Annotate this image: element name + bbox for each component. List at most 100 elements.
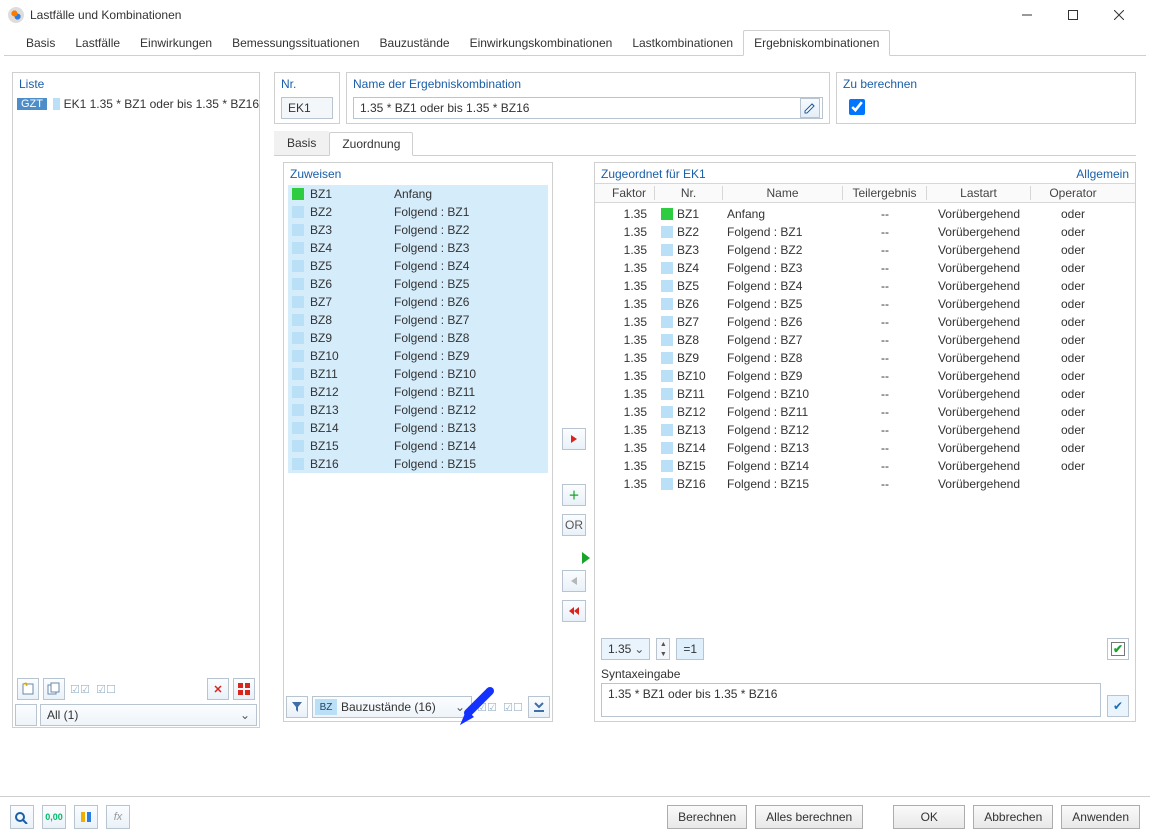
anwenden-button[interactable]: Anwenden (1061, 805, 1140, 829)
spin-up-icon[interactable]: ▲ (657, 639, 669, 649)
move-right-icon[interactable] (562, 428, 586, 450)
zg-row[interactable]: 1.35BZ7Folgend : BZ6--Vorübergehendoder (595, 313, 1135, 331)
sub-tab-zuordnung[interactable]: Zuordnung (329, 132, 413, 156)
filter-icon[interactable] (286, 696, 308, 718)
apply-syntax-button[interactable]: ✔ (1107, 695, 1129, 717)
hdr-faktor[interactable]: Faktor (595, 186, 655, 200)
zuweisen-row[interactable]: BZ14Folgend : BZ13 (288, 419, 548, 437)
hdr-operator[interactable]: Operator (1031, 186, 1115, 200)
zuweisen-row[interactable]: BZ6Folgend : BZ5 (288, 275, 548, 293)
zuweisen-row[interactable]: BZ5Folgend : BZ4 (288, 257, 548, 275)
main-tab-bemessungssituationen[interactable]: Bemessungssituationen (222, 31, 369, 55)
name-field[interactable]: 1.35 * BZ1 oder bis 1.35 * BZ16 (353, 97, 823, 119)
zg-row[interactable]: 1.35BZ5Folgend : BZ4--Vorübergehendoder (595, 277, 1135, 295)
main-tab-einwirkungen[interactable]: Einwirkungen (130, 31, 222, 55)
zuweisen-row[interactable]: BZ13Folgend : BZ12 (288, 401, 548, 419)
zg-row[interactable]: 1.35BZ14Folgend : BZ13--Vorübergehendode… (595, 439, 1135, 457)
zg-row[interactable]: 1.35BZ13Folgend : BZ12--Vorübergehendode… (595, 421, 1135, 439)
row-swatch-icon (292, 314, 304, 326)
main-tab-einwirkungskombinationen[interactable]: Einwirkungskombinationen (460, 31, 623, 55)
zg-row[interactable]: 1.35BZ10Folgend : BZ9--Vorübergehendoder (595, 367, 1135, 385)
zuweisen-row[interactable]: BZ10Folgend : BZ9 (288, 347, 548, 365)
zg-row[interactable]: 1.35BZ8Folgend : BZ7--Vorübergehendoder (595, 331, 1135, 349)
zg-nr: BZ12 (655, 405, 723, 419)
close-button[interactable] (1096, 0, 1142, 30)
ok-button[interactable]: OK (893, 805, 965, 829)
hdr-teil[interactable]: Teilergebnis (843, 186, 927, 200)
zg-row[interactable]: 1.35BZ6Folgend : BZ5--Vorübergehendoder (595, 295, 1135, 313)
main-tab-lastfälle[interactable]: Lastfälle (65, 31, 130, 55)
zg-row[interactable]: 1.35BZ9Folgend : BZ8--Vorübergehendoder (595, 349, 1135, 367)
sub-tab-basis[interactable]: Basis (274, 131, 329, 155)
nr-field[interactable]: EK1 (281, 97, 333, 119)
zuweisen-row[interactable]: BZ9Folgend : BZ8 (288, 329, 548, 347)
zg-row[interactable]: 1.35BZ11Folgend : BZ10--Vorübergehendode… (595, 385, 1135, 403)
main-tab-basis[interactable]: Basis (16, 31, 65, 55)
main-tab-lastkombinationen[interactable]: Lastkombinationen (622, 31, 743, 55)
copy-icon[interactable] (43, 678, 65, 700)
add-or-icon[interactable]: ＋ (562, 484, 586, 506)
hdr-lastart[interactable]: Lastart (927, 186, 1031, 200)
zg-row[interactable]: 1.35BZ1Anfang--Vorübergehendoder (595, 205, 1135, 223)
move-left-icon[interactable] (562, 570, 586, 592)
zg-row[interactable]: 1.35BZ12Folgend : BZ11--Vorübergehendode… (595, 403, 1135, 421)
zg-table-body[interactable]: 1.35BZ1Anfang--Vorübergehendoder1.35BZ2F… (595, 205, 1135, 639)
zuweisen-row[interactable]: BZ2Folgend : BZ1 (288, 203, 548, 221)
zg-name: Folgend : BZ11 (723, 405, 843, 419)
zuweisen-row[interactable]: BZ7Folgend : BZ6 (288, 293, 548, 311)
zuweisen-row[interactable]: BZ15Folgend : BZ14 (288, 437, 548, 455)
zuweisen-row[interactable]: BZ4Folgend : BZ3 (288, 239, 548, 257)
factor-select[interactable]: 1.35 (601, 638, 650, 660)
main-tab-ergebniskombinationen[interactable]: Ergebniskombinationen (743, 30, 890, 56)
zuweisen-row[interactable]: BZ16Folgend : BZ15 (288, 455, 548, 473)
zg-row[interactable]: 1.35BZ16Folgend : BZ15--Vorübergehend (595, 475, 1135, 493)
settings-icon[interactable] (74, 805, 98, 829)
new-icon[interactable] (17, 678, 39, 700)
edit-name-icon[interactable] (800, 98, 820, 118)
calc-checkbox[interactable] (849, 99, 865, 115)
zg-row[interactable]: 1.35BZ2Folgend : BZ1--Vorübergehendoder (595, 223, 1135, 241)
app-icon (8, 7, 24, 23)
zuweisen-row[interactable]: BZ1Anfang (288, 185, 548, 203)
row-swatch-icon (661, 370, 673, 382)
filter-swatch-icon[interactable] (15, 704, 37, 726)
units-icon[interactable]: 0,00 (42, 805, 66, 829)
zg-row[interactable]: 1.35BZ3Folgend : BZ2--Vorübergehendoder (595, 241, 1135, 259)
factor-spin[interactable]: ▲▼ (656, 638, 670, 660)
spin-down-icon[interactable]: ▼ (657, 649, 669, 659)
abbrechen-button[interactable]: Abbrechen (973, 805, 1053, 829)
zuweisen-row[interactable]: BZ12Folgend : BZ11 (288, 383, 548, 401)
help-icon[interactable] (10, 805, 34, 829)
syntax-input[interactable]: 1.35 * BZ1 oder bis 1.35 * BZ16 (601, 683, 1101, 717)
zg-nr: BZ15 (655, 459, 723, 473)
zuweisen-row[interactable]: BZ8Folgend : BZ7 (288, 311, 548, 329)
zg-op: oder (1031, 333, 1115, 347)
zuweisen-row[interactable]: BZ3Folgend : BZ2 (288, 221, 548, 239)
delete-icon[interactable]: ✕ (207, 678, 229, 700)
fx-icon[interactable]: fx (106, 805, 130, 829)
liste-filter-select[interactable]: All (1) (40, 704, 257, 726)
zg-row[interactable]: 1.35BZ4Folgend : BZ3--Vorübergehendoder (595, 259, 1135, 277)
zuweisen-go-bottom-icon[interactable] (528, 696, 550, 718)
hdr-nr[interactable]: Nr. (655, 186, 723, 200)
maximize-button[interactable] (1050, 0, 1096, 30)
liste-row[interactable]: GZT EK1 1.35 * BZ1 oder bis 1.35 * BZ16 (13, 95, 259, 113)
minimize-button[interactable] (1004, 0, 1050, 30)
main-tab-bauzustände[interactable]: Bauzustände (370, 31, 460, 55)
apply-factor-button[interactable]: ✔ (1107, 638, 1129, 660)
apply-count-field[interactable]: =1 (676, 638, 704, 660)
move-all-left-icon[interactable] (562, 600, 586, 622)
zg-row[interactable]: 1.35BZ15Folgend : BZ14--Vorübergehendode… (595, 457, 1135, 475)
zuweisen-row[interactable]: BZ11Folgend : BZ10 (288, 365, 548, 383)
zuweisen-select-toggle-icon[interactable]: ☑☐ (502, 696, 524, 718)
zuweisen-list[interactable]: BZ1AnfangBZ2Folgend : BZ1BZ3Folgend : BZ… (288, 185, 548, 693)
delete-all-icon[interactable] (233, 678, 255, 700)
alles-berechnen-button[interactable]: Alles berechnen (755, 805, 863, 829)
check-all-icon[interactable]: ☑☑ (69, 678, 91, 700)
zuweisen-category-select[interactable]: BZ Bauzustände (16) (312, 696, 472, 718)
berechnen-button[interactable]: Berechnen (667, 805, 747, 829)
check-toggle-icon[interactable]: ☑☐ (95, 678, 117, 700)
zuweisen-select-all-icon[interactable]: ☑☑ (476, 696, 498, 718)
hdr-name[interactable]: Name (723, 186, 843, 200)
or-button[interactable]: OR (562, 514, 586, 536)
